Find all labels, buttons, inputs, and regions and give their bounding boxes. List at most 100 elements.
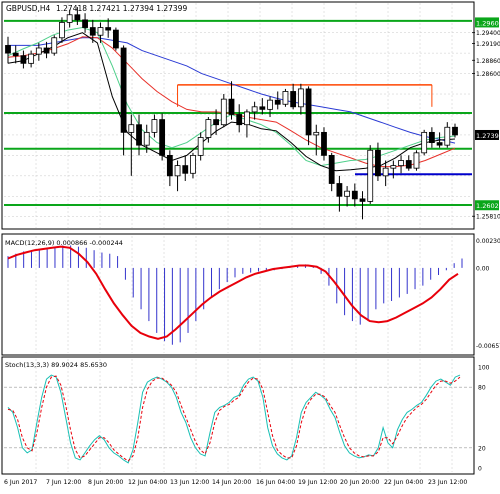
time-axis-label: 20 Jun 20:00 [340,479,379,486]
candle-body [382,167,389,177]
candle-body [74,14,81,21]
time-axis-label: 12 Jun 04:00 [128,479,167,486]
candle-body [282,91,289,105]
time-axis-label: 14 Jun 20:00 [212,479,251,486]
macd-axis-label: 0.00 [476,265,490,272]
candle [228,81,235,120]
candle [174,160,181,192]
candle-body [66,14,73,23]
price-tick-label: 1.25810 [476,214,500,221]
candle [82,13,88,33]
candle-body [128,124,135,133]
candle [51,35,58,56]
stochastic-indicator: 100 80 20 0 [7,365,490,473]
candle-body [321,131,327,156]
candle-body [136,124,142,146]
candle [112,27,119,51]
candle-body [405,160,412,169]
candle-body [290,91,297,108]
candle-body [313,131,320,136]
candle [428,127,435,148]
candle-body [328,154,335,184]
ohlc-readout: 1.27418 1.27421 1.27394 1.27399 [56,4,187,13]
macd-signal-line [7,245,459,340]
candle [12,45,19,64]
candle [220,94,227,128]
candle-body [59,22,65,39]
candle-body [413,152,420,169]
candle-body [398,160,404,167]
candle [405,155,412,171]
candle-body [151,119,158,133]
candle-body [20,55,27,64]
candle-body [28,53,35,64]
price-tick-label: 1.29190 [476,41,500,48]
candle [390,160,397,179]
candle-body [297,88,304,108]
candle-body [220,98,227,126]
candle-body [43,47,50,54]
macd-title: MACD(12,26,9) 0.000866 -0.000244 [5,239,123,247]
candle [190,152,196,179]
candle [159,113,166,161]
candle-body [251,106,258,113]
candle-body [351,190,358,200]
candle [182,155,189,181]
candle [413,150,420,171]
price-tag: 1.26025 [476,202,500,210]
candle-body [97,27,104,36]
candle-body [35,47,42,55]
stoch-panel-frame [1,356,475,475]
candle [128,114,135,176]
candle [236,104,243,133]
candle-body [444,126,451,146]
price-tag: 1.27399 [476,132,500,140]
candle-body [259,106,266,110]
candle [336,175,343,212]
candle [151,114,158,138]
candle-body [182,165,189,174]
candle [89,19,96,43]
candle-body [452,126,458,136]
candle-body [228,98,235,115]
horizontal-levels [4,19,472,206]
candle-body [105,27,112,31]
candle-body [120,47,127,133]
candle [444,122,451,148]
candle [351,183,358,207]
candle [305,86,312,146]
time-axis-label: 22 Jun 04:00 [384,479,423,486]
forex-chart[interactable]: 1.29600 1.29400 1.29190 1.28860 1.28600 1.273… [0,0,500,490]
candle-body [174,165,181,177]
time-axis-label: 19 Jun 12:00 [298,479,337,486]
candle [166,150,173,187]
candle [197,132,204,161]
candle-body [12,52,19,57]
candle-body [267,99,273,110]
candle [398,155,404,174]
candle [120,45,127,156]
price-scale: 1.29600 1.29400 1.29190 1.28860 1.28600 1.273… [472,17,500,221]
candle [321,127,327,161]
candle-body [190,154,196,174]
stoch-signal-line [7,375,461,462]
candle-body [166,154,173,177]
candle [97,22,104,43]
candle-body [89,27,96,36]
candle-body [197,137,204,156]
macd-axis-label: -0.006577 [476,343,500,350]
candle [328,152,335,192]
stoch-axis-label: 0 [478,466,482,473]
time-axis-label: 16 Jun 04:00 [256,479,295,486]
stoch-title: Stoch(13,3,3) 89.9024 85.6530 [5,361,107,369]
candle-body [336,183,343,197]
macd-panel-frame [1,233,475,356]
candle-body [236,114,243,126]
candle [274,91,281,110]
stoch-main-line [7,374,461,464]
symbol-label: GBPUSD,H4 [6,4,51,13]
time-axis-label: 13 Jun 12:00 [170,479,209,486]
chart-canvas: 1.29600 1.29400 1.29190 1.28860 1.28600 1.273… [1,1,500,486]
stoch-axis-label: 20 [478,445,486,452]
stoch-axis-label: 100 [478,365,490,372]
